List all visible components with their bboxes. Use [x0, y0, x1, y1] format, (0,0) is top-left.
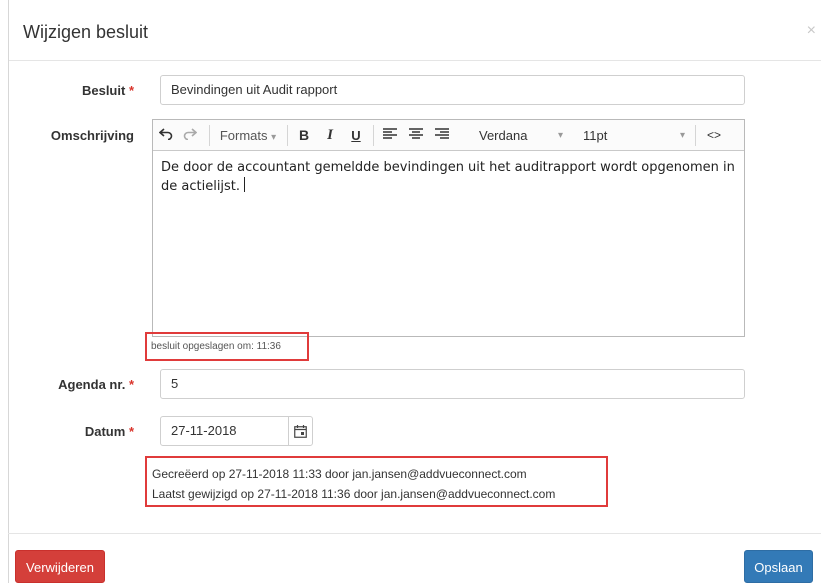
save-button[interactable]: Opslaan: [744, 550, 813, 583]
toolbar-divider: [695, 125, 696, 146]
dialog-header: Wijzigen besluit ×: [9, 0, 821, 61]
calendar-icon: [294, 424, 307, 438]
dialog-footer: [8, 533, 821, 583]
redo-icon[interactable]: [179, 120, 201, 151]
text-cursor: [244, 177, 246, 192]
chevron-down-icon: ▾: [679, 130, 685, 141]
date-input[interactable]: 27-11-2018: [160, 416, 289, 446]
align-center-icon[interactable]: [405, 120, 427, 151]
font-family-dropdown[interactable]: Verdana ▾: [461, 120, 565, 151]
save-status-text: besluit opgeslagen om: 11:36: [151, 341, 281, 352]
calendar-button[interactable]: [288, 416, 313, 446]
required-mark: *: [128, 377, 134, 392]
created-info: Gecreëerd op 27-11-2018 11:33 door jan.j…: [152, 467, 527, 481]
chevron-down-icon: ▾: [271, 132, 277, 143]
underline-button[interactable]: U: [345, 120, 367, 151]
font-family-label: Verdana: [479, 128, 528, 143]
agenda-label: Agenda nr. *: [14, 377, 134, 392]
datum-label: Datum *: [14, 424, 134, 439]
required-mark: *: [128, 83, 134, 98]
required-mark: *: [128, 424, 134, 439]
agenda-label-text: Agenda nr.: [58, 377, 126, 392]
besluit-label: Besluit *: [14, 83, 134, 98]
datum-label-text: Datum: [84, 424, 126, 439]
italic-button[interactable]: I: [319, 120, 341, 151]
editor-toolbar: Formats ▾ B I U Verdana ▾ 11pt ▾ <>: [153, 120, 744, 151]
font-size-label: 11pt: [583, 128, 608, 143]
formats-label: Formats: [219, 128, 268, 143]
align-right-icon[interactable]: [431, 120, 453, 151]
font-size-dropdown[interactable]: 11pt ▾: [573, 120, 691, 151]
toolbar-divider: [287, 125, 288, 146]
besluit-input[interactable]: Bevindingen uit Audit rapport: [160, 75, 745, 105]
editor-content-area[interactable]: De door de accountant gemeldde bevinding…: [153, 152, 744, 336]
formats-dropdown[interactable]: Formats ▾: [213, 120, 283, 151]
toolbar-divider: [373, 125, 374, 146]
toolbar-divider: [209, 125, 210, 146]
undo-icon[interactable]: [155, 120, 177, 151]
bold-button[interactable]: B: [293, 120, 315, 151]
source-code-button[interactable]: <>: [701, 120, 727, 151]
omschrijving-label: Omschrijving: [50, 128, 134, 143]
editor-text: De door de accountant gemeldde bevinding…: [161, 160, 735, 194]
dialog-title: Wijzigen besluit: [23, 22, 149, 42]
modified-info: Laatst gewijzigd op 27-11-2018 11:36 doo…: [152, 487, 556, 501]
agenda-number-input[interactable]: 5: [160, 369, 745, 399]
besluit-label-text: Besluit: [81, 83, 126, 98]
chevron-down-icon: ▾: [557, 130, 563, 141]
close-icon[interactable]: ×: [807, 22, 816, 40]
rich-text-editor: Formats ▾ B I U Verdana ▾ 11pt ▾ <> De d…: [152, 119, 745, 337]
align-left-icon[interactable]: [379, 120, 401, 151]
delete-button[interactable]: Verwijderen: [15, 550, 105, 583]
